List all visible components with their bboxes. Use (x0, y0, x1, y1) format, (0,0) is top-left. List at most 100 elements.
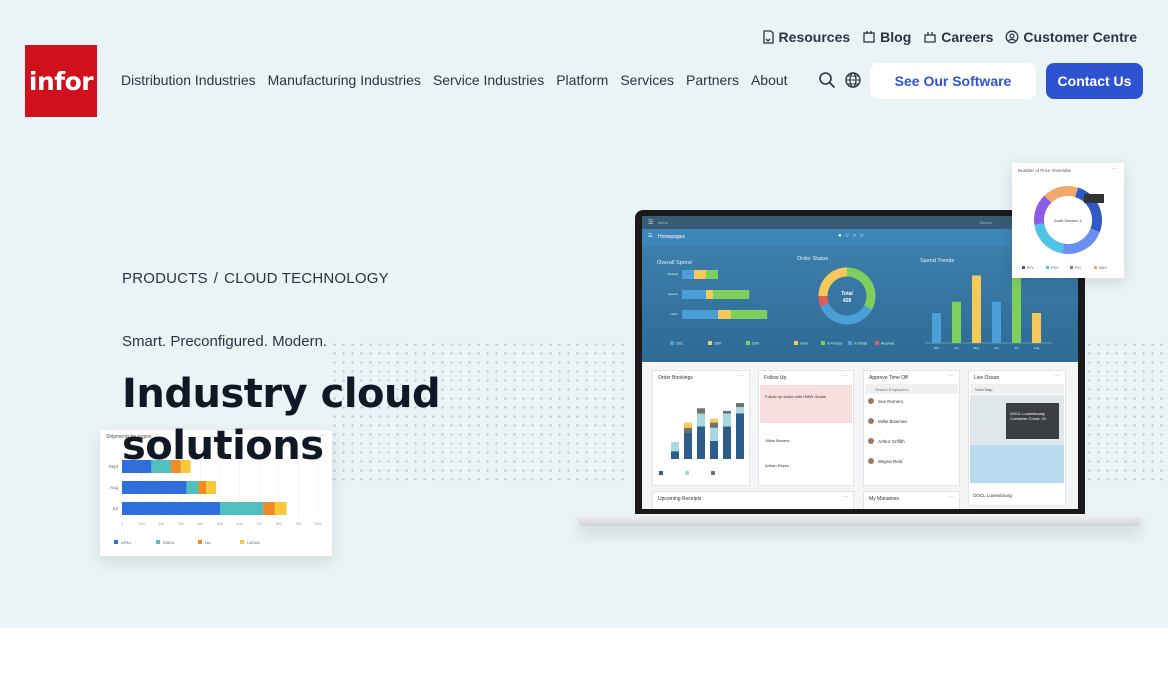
legend-swatch (794, 341, 798, 345)
legend-swatch (1070, 266, 1073, 269)
trend-bar (1032, 313, 1041, 343)
legend-swatch (198, 540, 202, 544)
booking-bar-segment (684, 427, 692, 433)
widget-title: Live Ocean (974, 375, 1000, 381)
header-icons (818, 71, 862, 89)
legend-swatch (708, 341, 712, 345)
avatar (868, 458, 874, 464)
menu-icon: ☰ (648, 220, 654, 226)
contact-us-button[interactable]: Contact Us (1046, 63, 1143, 99)
infor-logo[interactable]: infor (25, 45, 97, 117)
legend-swatch (1094, 266, 1097, 269)
more-icon[interactable]: ··· (1054, 373, 1060, 379)
employee-row[interactable]: Sue Romero (868, 398, 903, 404)
price-overrides-card: Number of Price Overrides ··· Audit Sess… (1012, 163, 1124, 278)
breadcrumb-cloud-technology[interactable]: CLOUD TECHNOLOGY (224, 270, 389, 287)
utility-link-label: Resources (778, 29, 851, 45)
donut-segment (1034, 195, 1052, 225)
employee-row[interactable]: Arthur Griffith (868, 438, 905, 444)
month-label: May (974, 346, 980, 350)
trend-bar (972, 275, 981, 343)
x-tick-label: 500 (217, 522, 223, 526)
bar-segment (706, 290, 714, 299)
homepages-label: Homepages (658, 234, 685, 240)
x-tick-label: 100 (139, 522, 145, 526)
blog-icon (863, 31, 875, 43)
hero-tagline: Smart. Preconfigured. Modern. (122, 333, 328, 350)
booking-bar-segment (671, 442, 679, 452)
row-label: Speech (668, 292, 679, 296)
utility-link-label: Careers (941, 29, 994, 45)
nav-distribution-industries[interactable]: Distribution Industries (121, 72, 256, 88)
legend-swatch (685, 471, 689, 475)
view-map-dropdown[interactable]: View Map (970, 384, 1064, 394)
bar-segment (122, 481, 187, 494)
utility-link-customer-centre[interactable]: Customer Centre (1005, 29, 1137, 45)
trend-bar (992, 301, 1001, 343)
avatar (868, 438, 874, 444)
ocean-map[interactable]: OOCL Luxembourg Container Count: 20 (970, 395, 1064, 483)
homepages-icon: ☰ (648, 233, 653, 239)
booking-bar-segment (710, 418, 718, 423)
follow-up-text[interactable]: Jillian Bowers (765, 438, 789, 443)
utility-link-blog[interactable]: Blog (862, 29, 911, 45)
bar-segment (694, 270, 706, 279)
order-bookings-widget: Order Bookings ··· (652, 370, 750, 486)
nav-manufacturing-industries[interactable]: Manufacturing Industries (268, 72, 421, 88)
legend-swatch (114, 540, 118, 544)
legend-swatch (659, 471, 663, 475)
more-icon[interactable]: ··· (842, 373, 848, 379)
widget-title: Upcoming Receipts (658, 496, 702, 502)
booking-bar-segment (710, 440, 718, 459)
month-label: Jun (994, 346, 999, 350)
legend-label: PSO (1051, 266, 1059, 270)
search-icon[interactable] (818, 71, 836, 89)
employee-row[interactable]: Millie Bowman (868, 418, 907, 424)
booking-bar-segment (723, 426, 731, 459)
dot-pattern (1085, 340, 1168, 485)
legend-swatch (711, 471, 715, 475)
legend-label: LATAM (247, 540, 260, 545)
legend-swatch (821, 341, 825, 345)
nav-services[interactable]: Services (620, 72, 674, 88)
x-tick-label: 300 (178, 522, 184, 526)
more-icon[interactable]: ··· (948, 494, 954, 500)
nav-platform[interactable]: Platform (556, 72, 608, 88)
legend-swatch (1022, 266, 1025, 269)
legend-swatch (875, 341, 879, 345)
more-icon[interactable]: ··· (948, 373, 954, 379)
follow-up-text[interactable]: Adrian Reyes (765, 463, 789, 468)
donut-segment (1062, 228, 1100, 254)
see-our-software-button[interactable]: See Our Software (870, 63, 1036, 99)
more-icon[interactable]: ··· (842, 494, 848, 500)
legend-label: In Transit (854, 342, 867, 346)
logo-text: infor (28, 66, 94, 96)
employee-name: Arthur Griffith (878, 438, 905, 444)
price-overrides-donut: Audit Session 1 SPV PSO PDI MNV (1022, 186, 1107, 270)
legend-swatch (1046, 266, 1049, 269)
booking-bar-segment (736, 413, 744, 459)
legend-label: Received (881, 342, 895, 346)
nav-service-industries[interactable]: Service Industries (433, 72, 544, 88)
utility-link-resources[interactable]: Resources (761, 29, 851, 45)
x-tick-label: 700 (256, 522, 262, 526)
search-employees-input[interactable]: Search Employees (865, 384, 958, 394)
utility-link-careers[interactable]: Careers (923, 29, 993, 45)
employee-row[interactable]: Wayne Reid (868, 458, 902, 464)
nav-partners[interactable]: Partners (686, 72, 739, 88)
month-label: Mar (934, 346, 939, 350)
follow-up-item[interactable]: Follow up action with HMW Global (760, 385, 852, 423)
utility-nav: Resources Blog Careers Customer Centre (761, 29, 1137, 45)
globe-icon[interactable] (844, 71, 862, 89)
month-label: Aug (1034, 346, 1040, 350)
app-search: Search (979, 220, 992, 225)
bar-segment (682, 290, 706, 299)
nav-about[interactable]: About (751, 72, 788, 88)
utility-link-label: Blog (880, 29, 912, 45)
row-label: Labor (670, 312, 678, 316)
booking-bar-segment (697, 408, 705, 414)
legend-label: PDI (1075, 266, 1081, 270)
breadcrumb-products[interactable]: PRODUCTS (122, 270, 208, 287)
bar-segment (718, 310, 732, 319)
row-label: Jul (112, 506, 118, 511)
